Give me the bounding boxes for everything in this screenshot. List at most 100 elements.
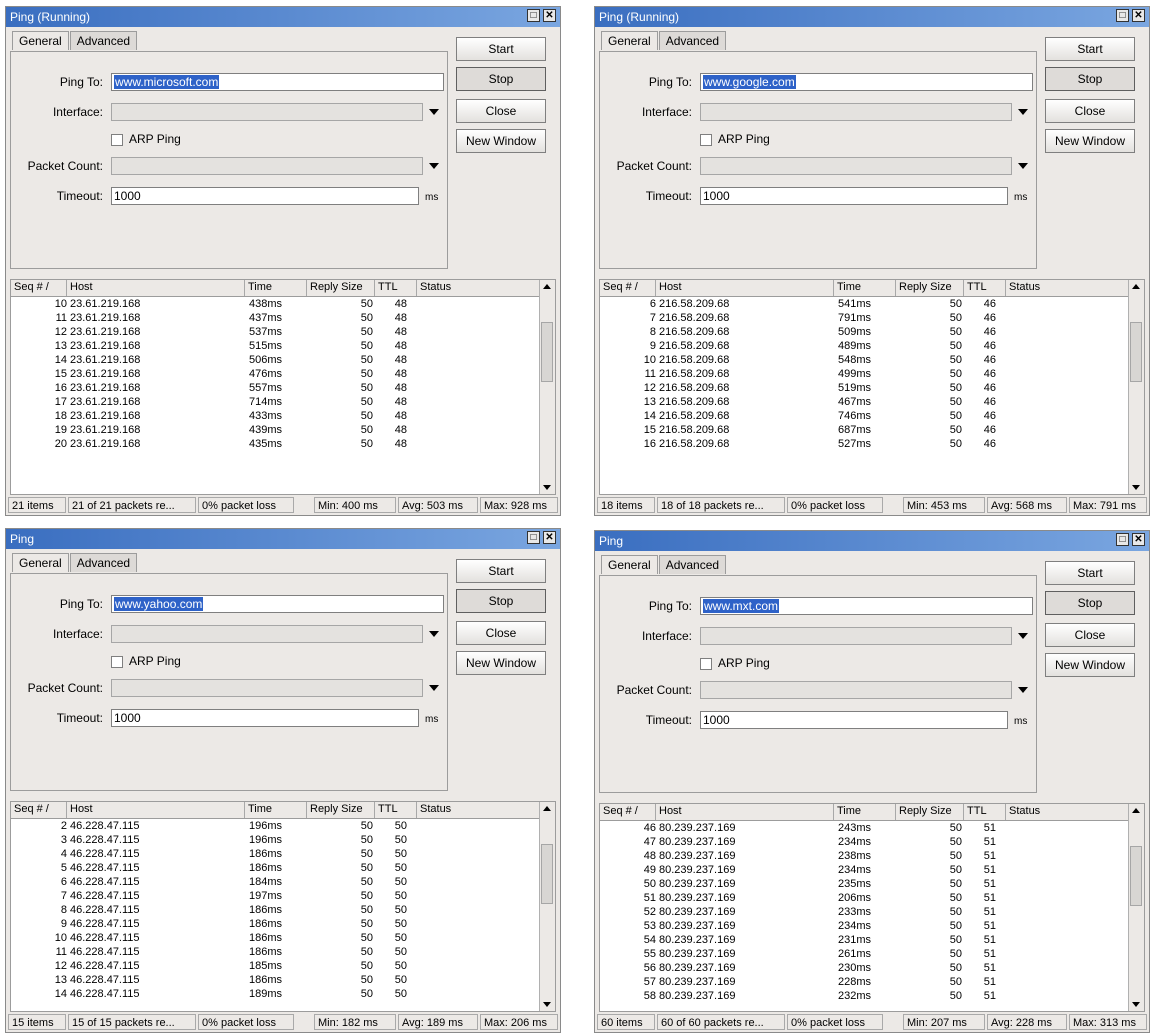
packet-count-dropdown-icon[interactable] <box>1018 687 1028 693</box>
table-row[interactable]: 18 23.61.219.168 433ms 50 48 <box>11 409 540 423</box>
stop-button[interactable]: Stop <box>1045 67 1135 91</box>
table-row[interactable]: 20 23.61.219.168 435ms 50 48 <box>11 437 540 451</box>
new-window-button[interactable]: New Window <box>1045 653 1135 677</box>
stop-button[interactable]: Stop <box>456 589 546 613</box>
tab-general[interactable]: General <box>12 553 69 572</box>
interface-select[interactable] <box>111 103 423 121</box>
tab-general[interactable]: General <box>601 31 658 50</box>
table-row[interactable]: 8 216.58.209.68 509ms 50 46 <box>600 325 1129 339</box>
table-row[interactable]: 8 46.228.47.115 186ms 50 50 <box>11 903 540 917</box>
table-row[interactable]: 54 80.239.237.169 231ms 50 51 <box>600 933 1129 947</box>
arp-ping-checkbox[interactable] <box>700 658 712 670</box>
ping-to-input[interactable]: www.mxt.com <box>700 597 1033 615</box>
close-button[interactable]: Close <box>1045 99 1135 123</box>
arp-ping-checkbox[interactable] <box>111 134 123 146</box>
start-button[interactable]: Start <box>1045 37 1135 61</box>
table-row[interactable]: 3 46.228.47.115 196ms 50 50 <box>11 833 540 847</box>
col-ttl-header[interactable]: TTL <box>964 280 1006 296</box>
col-ttl-header[interactable]: TTL <box>964 804 1006 820</box>
interface-dropdown-icon[interactable] <box>1018 633 1028 639</box>
tab-advanced[interactable]: Advanced <box>69 31 138 50</box>
scroll-down-icon[interactable] <box>543 1002 551 1007</box>
packet-count-dropdown-icon[interactable] <box>1018 163 1028 169</box>
table-row[interactable]: 13 216.58.209.68 467ms 50 46 <box>600 395 1129 409</box>
table-row[interactable]: 52 80.239.237.169 233ms 50 51 <box>600 905 1129 919</box>
table-row[interactable]: 10 46.228.47.115 186ms 50 50 <box>11 931 540 945</box>
tab-advanced[interactable]: Advanced <box>658 31 727 50</box>
close-window-icon[interactable]: ✕ <box>543 531 556 544</box>
window-titlebar[interactable]: Ping (Running) □ ✕ <box>595 7 1149 27</box>
arp-ping-checkbox[interactable] <box>111 656 123 668</box>
interface-select[interactable] <box>700 627 1012 645</box>
timeout-input[interactable]: 1000 <box>111 709 419 727</box>
scroll-down-icon[interactable] <box>1132 1002 1140 1007</box>
tab-advanced[interactable]: Advanced <box>69 553 138 572</box>
table-row[interactable]: 10 216.58.209.68 548ms 50 46 <box>600 353 1129 367</box>
col-seq-header[interactable]: Seq # / <box>600 804 656 820</box>
table-row[interactable]: 50 80.239.237.169 235ms 50 51 <box>600 877 1129 891</box>
table-row[interactable]: 10 23.61.219.168 438ms 50 48 <box>11 297 540 311</box>
col-status-header[interactable]: Status <box>417 280 547 296</box>
window-titlebar[interactable]: Ping □ ✕ <box>595 531 1149 551</box>
close-window-icon[interactable]: ✕ <box>1132 533 1145 546</box>
table-row[interactable]: 7 216.58.209.68 791ms 50 46 <box>600 311 1129 325</box>
close-window-icon[interactable]: ✕ <box>1132 9 1145 22</box>
table-row[interactable]: 12 216.58.209.68 519ms 50 46 <box>600 381 1129 395</box>
col-reply-size-header[interactable]: Reply Size <box>896 804 964 820</box>
table-row[interactable]: 17 23.61.219.168 714ms 50 48 <box>11 395 540 409</box>
interface-select[interactable] <box>111 625 423 643</box>
timeout-input[interactable]: 1000 <box>111 187 419 205</box>
table-row[interactable]: 5 46.228.47.115 186ms 50 50 <box>11 861 540 875</box>
table-row[interactable]: 16 216.58.209.68 527ms 50 46 <box>600 437 1129 451</box>
table-row[interactable]: 57 80.239.237.169 228ms 50 51 <box>600 975 1129 989</box>
interface-select[interactable] <box>700 103 1012 121</box>
scroll-thumb[interactable] <box>541 844 553 904</box>
col-status-header[interactable]: Status <box>1006 804 1136 820</box>
table-row[interactable]: 47 80.239.237.169 234ms 50 51 <box>600 835 1129 849</box>
table-row[interactable]: 15 216.58.209.68 687ms 50 46 <box>600 423 1129 437</box>
table-row[interactable]: 11 46.228.47.115 186ms 50 50 <box>11 945 540 959</box>
col-ttl-header[interactable]: TTL <box>375 280 417 296</box>
packet-count-dropdown-icon[interactable] <box>429 685 439 691</box>
new-window-button[interactable]: New Window <box>456 651 546 675</box>
table-row[interactable]: 49 80.239.237.169 234ms 50 51 <box>600 863 1129 877</box>
table-row[interactable]: 2 46.228.47.115 196ms 50 50 <box>11 819 540 833</box>
table-row[interactable]: 15 23.61.219.168 476ms 50 48 <box>11 367 540 381</box>
col-time-header[interactable]: Time <box>245 802 307 818</box>
table-row[interactable]: 16 23.61.219.168 557ms 50 48 <box>11 381 540 395</box>
interface-dropdown-icon[interactable] <box>429 631 439 637</box>
col-ttl-header[interactable]: TTL <box>375 802 417 818</box>
start-button[interactable]: Start <box>456 559 546 583</box>
scroll-thumb[interactable] <box>1130 846 1142 906</box>
scroll-up-icon[interactable] <box>1132 808 1140 813</box>
table-row[interactable]: 51 80.239.237.169 206ms 50 51 <box>600 891 1129 905</box>
ping-to-input[interactable]: www.yahoo.com <box>111 595 444 613</box>
scroll-thumb[interactable] <box>541 322 553 382</box>
packet-count-select[interactable] <box>700 681 1012 699</box>
col-seq-header[interactable]: Seq # / <box>600 280 656 296</box>
arp-ping-checkbox[interactable] <box>700 134 712 146</box>
col-time-header[interactable]: Time <box>245 280 307 296</box>
window-titlebar[interactable]: Ping □ ✕ <box>6 529 560 549</box>
table-row[interactable]: 46 80.239.237.169 243ms 50 51 <box>600 821 1129 835</box>
table-row[interactable]: 53 80.239.237.169 234ms 50 51 <box>600 919 1129 933</box>
packet-count-select[interactable] <box>111 679 423 697</box>
table-row[interactable]: 58 80.239.237.169 232ms 50 51 <box>600 989 1129 1003</box>
stop-button[interactable]: Stop <box>1045 591 1135 615</box>
col-status-header[interactable]: Status <box>417 802 547 818</box>
packet-count-select[interactable] <box>111 157 423 175</box>
scroll-up-icon[interactable] <box>543 806 551 811</box>
col-time-header[interactable]: Time <box>834 280 896 296</box>
table-row[interactable]: 56 80.239.237.169 230ms 50 51 <box>600 961 1129 975</box>
table-row[interactable]: 6 46.228.47.115 184ms 50 50 <box>11 875 540 889</box>
new-window-button[interactable]: New Window <box>456 129 546 153</box>
maximize-icon[interactable]: □ <box>527 9 540 22</box>
col-host-header[interactable]: Host <box>67 280 245 296</box>
new-window-button[interactable]: New Window <box>1045 129 1135 153</box>
table-row[interactable]: 55 80.239.237.169 261ms 50 51 <box>600 947 1129 961</box>
table-scrollbar[interactable] <box>1128 804 1144 1011</box>
tab-advanced[interactable]: Advanced <box>658 555 727 574</box>
table-row[interactable]: 19 23.61.219.168 439ms 50 48 <box>11 423 540 437</box>
interface-dropdown-icon[interactable] <box>429 109 439 115</box>
table-row[interactable]: 48 80.239.237.169 238ms 50 51 <box>600 849 1129 863</box>
